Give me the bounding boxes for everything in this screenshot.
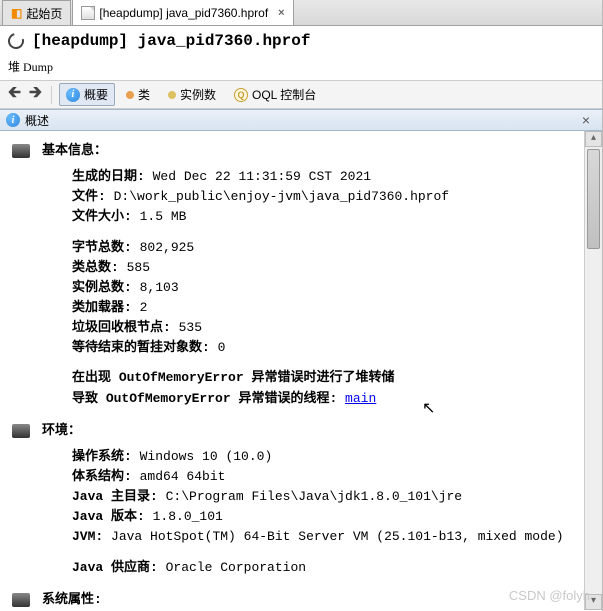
text: 异常错误的线程: [231, 391, 345, 406]
label: 操作系统: [72, 449, 132, 464]
text: OutOfMemoryError [119, 370, 244, 385]
chip-icon [12, 593, 30, 607]
value: 0 [218, 340, 226, 355]
value: 1.5 MB [140, 209, 187, 224]
oql-icon: Q [234, 88, 248, 102]
label: JVM: [72, 529, 103, 544]
info-icon: i [66, 88, 80, 102]
toolbar: 🡰 🡲 i 概要 类 实例数 Q OQL 控制台 [0, 81, 602, 109]
value: Wed Dec 22 11:31:59 CST 2021 [153, 169, 371, 184]
section-env: 环境： 操作系统: Windows 10 (10.0) 体系结构: amd64 … [12, 421, 572, 578]
oql-button[interactable]: Q OQL 控制台 [227, 83, 323, 106]
subtitle: 堆 Dump [0, 56, 602, 81]
outline-title: 概述 [25, 112, 49, 129]
page-title: [heapdump] java_pid7360.hprof [32, 32, 310, 50]
label: 垃圾回收根节点: [72, 320, 171, 335]
file-icon [81, 6, 95, 20]
label: 文件: [72, 189, 106, 204]
value: 802,925 [140, 240, 195, 255]
back-button[interactable]: 🡰 [6, 81, 23, 108]
label: 生成的日期: [72, 169, 145, 184]
label: 类总数: [72, 260, 119, 275]
instances-button[interactable]: 实例数 [161, 83, 223, 106]
btn-label: 类 [138, 86, 150, 103]
tabs-bar: ◧ 起始页 [heapdump] java_pid7360.hprof × [0, 0, 602, 26]
value: Oracle Corporation [166, 560, 306, 575]
separator [51, 86, 52, 104]
section-title: 系统属性: [42, 590, 572, 610]
overview-button[interactable]: i 概要 [59, 83, 115, 106]
label: Java 供应商: [72, 560, 158, 575]
text: 异常错误时进行了堆转储 [244, 370, 395, 385]
classes-button[interactable]: 类 [119, 83, 157, 106]
thread-link[interactable]: main [345, 391, 376, 406]
value: Java HotSpot(TM) 64-Bit Server VM (25.10… [111, 529, 563, 544]
btn-label: 实例数 [180, 86, 216, 103]
value: 2 [140, 300, 148, 315]
title-row: [heapdump] java_pid7360.hprof [0, 26, 602, 56]
outline-bar: i 概述 × [0, 109, 602, 131]
start-icon: ◧ [11, 6, 22, 20]
vertical-scrollbar[interactable]: ▴ ▾ [584, 131, 602, 610]
scroll-thumb[interactable] [587, 149, 600, 249]
scroll-up-button[interactable]: ▴ [585, 131, 602, 147]
tab-label: 起始页 [26, 5, 62, 22]
chip-icon [12, 144, 30, 158]
text: OutOfMemoryError [106, 391, 231, 406]
btn-label: 概要 [84, 86, 108, 103]
label: Java 版本: [72, 509, 145, 524]
watermark: CSDN @folyh [509, 588, 590, 603]
value: 585 [127, 260, 150, 275]
value: C:\Program Files\Java\jdk1.8.0_101\jre [166, 489, 462, 504]
scroll-area: 基本信息： 生成的日期: Wed Dec 22 11:31:59 CST 202… [0, 131, 584, 610]
refresh-icon[interactable] [5, 30, 27, 52]
section-basic: 基本信息： 生成的日期: Wed Dec 22 11:31:59 CST 202… [12, 141, 572, 409]
class-icon [126, 91, 134, 99]
label: 等待结束的暂挂对象数: [72, 340, 210, 355]
value: 8,103 [140, 280, 179, 295]
section-sys: 系统属性: [12, 590, 572, 610]
forward-button[interactable]: 🡲 [27, 81, 44, 108]
tab-start[interactable]: ◧ 起始页 [2, 0, 71, 25]
btn-label: OQL 控制台 [252, 86, 316, 103]
label: 体系结构: [72, 469, 132, 484]
instance-icon [168, 91, 176, 99]
section-title: 基本信息： [42, 141, 572, 161]
value: amd64 64bit [140, 469, 226, 484]
label: 实例总数: [72, 280, 132, 295]
close-icon[interactable]: × [278, 7, 284, 19]
value: D:\work_public\enjoy-jvm\java_pid7360.hp… [114, 189, 449, 204]
tab-heapdump[interactable]: [heapdump] java_pid7360.hprof × [72, 0, 293, 25]
value: 535 [179, 320, 202, 335]
label: 文件大小: [72, 209, 132, 224]
section-title: 环境： [42, 421, 572, 441]
label: 字节总数: [72, 240, 132, 255]
close-icon[interactable]: × [576, 112, 596, 128]
info-icon: i [6, 113, 20, 127]
value: 1.8.0_101 [153, 509, 223, 524]
text: 在出现 [72, 370, 119, 385]
label: Java 主目录: [72, 489, 158, 504]
value: Windows 10 (10.0) [140, 449, 273, 464]
content-area: 基本信息： 生成的日期: Wed Dec 22 11:31:59 CST 202… [0, 131, 602, 610]
text: 导致 [72, 391, 106, 406]
chip-icon [12, 424, 30, 438]
label: 类加载器: [72, 300, 132, 315]
tab-label: [heapdump] java_pid7360.hprof [99, 6, 268, 20]
